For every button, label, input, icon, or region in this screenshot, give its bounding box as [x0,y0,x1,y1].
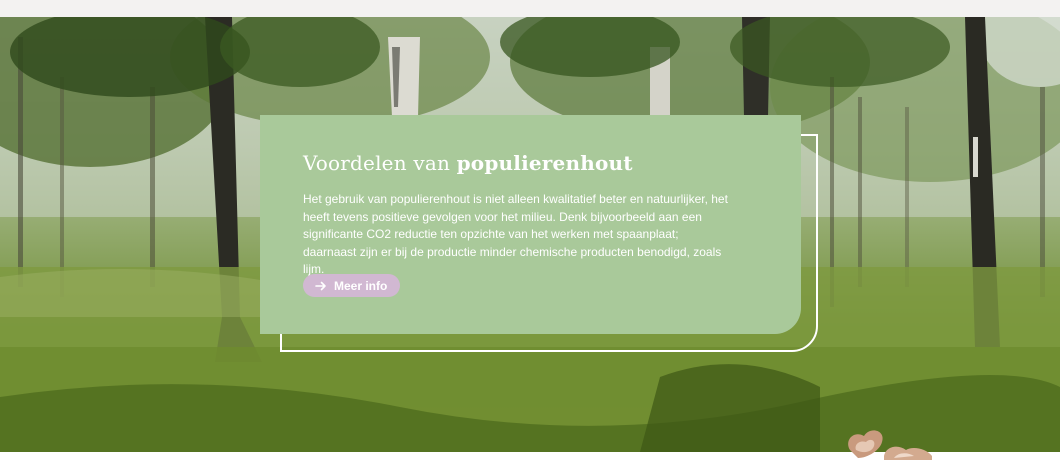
decorative-wood-chips [848,430,932,460]
arrow-right-icon [315,281,326,290]
top-bar [0,0,1060,17]
heading-light-text: Voordelen van [303,151,457,175]
meer-info-label: Meer info [334,278,388,293]
card-body-text: Het gebruik van populierenhout is niet a… [303,192,728,276]
heading-bold-text: populierenhout [456,151,633,175]
info-card: Voordelen van populierenhout Het gebruik… [260,115,801,334]
meer-info-button[interactable]: Meer info [303,274,401,297]
card-heading: Voordelen van populierenhout [303,151,758,175]
